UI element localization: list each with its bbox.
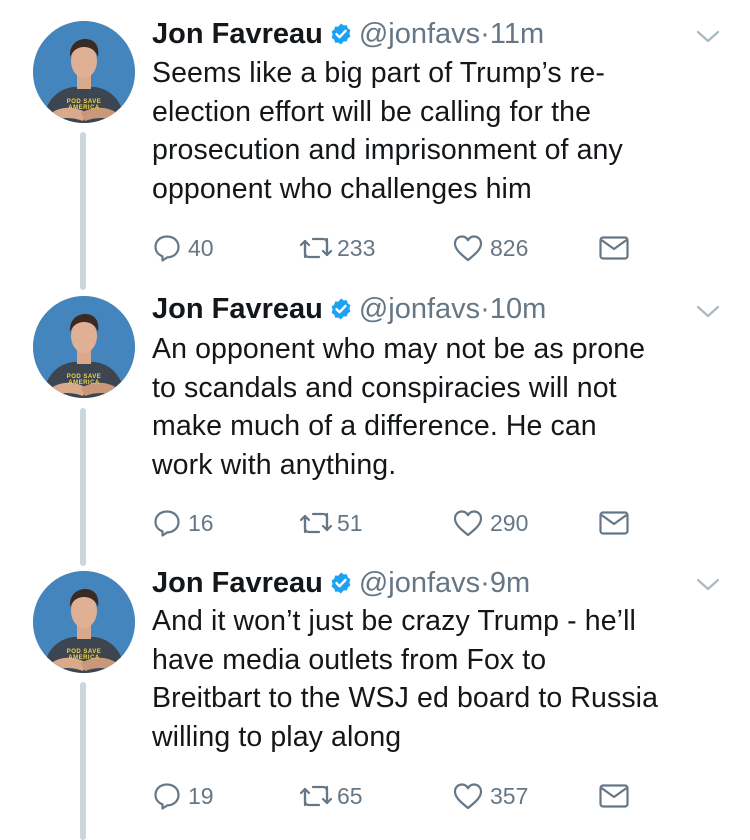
shirt-logo-text: POD SAVE AMERICA <box>66 99 102 111</box>
tweet-timestamp[interactable]: 10m <box>490 293 546 325</box>
like-button[interactable]: 357 <box>452 778 528 814</box>
separator-dot: · <box>480 18 490 50</box>
tweet-text: An opponent who may not be as prone to s… <box>152 330 645 484</box>
tweet-text-line: And it won’t just be crazy Trump - he’ll <box>152 605 636 637</box>
like-count: 290 <box>490 509 529 536</box>
heart-icon <box>452 508 484 538</box>
tweet[interactable]: POD SAVE AMERICA Jon Favreau @jonfavs·9m A… <box>0 560 750 840</box>
shirt-logo-text: POD SAVE AMERICA <box>66 649 102 661</box>
tweet-header: Jon Favreau @jonfavs·10m <box>152 291 546 327</box>
reply-count: 40 <box>188 234 214 261</box>
avatar[interactable]: POD SAVE AMERICA <box>33 296 135 398</box>
tweet-text: And it won’t just be crazy Trump - he’ll… <box>152 602 658 756</box>
tweet-header: Jon Favreau @jonfavs·9m <box>152 565 530 601</box>
retweet-count: 233 <box>337 234 376 261</box>
dm-button[interactable] <box>598 505 630 541</box>
retweet-count: 51 <box>337 509 363 536</box>
envelope-icon <box>598 234 630 262</box>
tweet-text-line: have media outlets from Fox to <box>152 643 547 676</box>
reply-button[interactable]: 16 <box>152 505 214 541</box>
tweet-text-line: Breitbart to the WSJ ed board to Russia <box>152 682 659 714</box>
verified-badge-icon <box>329 297 353 321</box>
tweet-actions: 16 51 290 <box>152 505 652 541</box>
tweet-text-line: willing to play along <box>152 720 402 753</box>
tweet[interactable]: POD SAVE AMERICA Jon Favreau @jonfavs·10m … <box>0 283 750 566</box>
like-button[interactable]: 290 <box>452 505 528 541</box>
author-handle[interactable]: @jonfavs <box>359 293 480 325</box>
retweet-button[interactable]: 51 <box>297 505 363 541</box>
thread-line <box>80 408 86 566</box>
reply-button[interactable]: 19 <box>152 778 214 814</box>
like-count: 826 <box>490 234 529 261</box>
tweet-text-line: make much of a difference. He can <box>152 410 597 442</box>
envelope-icon <box>598 509 630 537</box>
avatar[interactable]: POD SAVE AMERICA <box>33 21 135 123</box>
tweet-timestamp[interactable]: 11m <box>490 18 544 50</box>
retweet-icon <box>297 782 335 810</box>
author-handle[interactable]: @jonfavs <box>359 18 480 50</box>
reply-icon <box>152 233 182 263</box>
dm-button[interactable] <box>598 230 630 266</box>
reply-button[interactable]: 40 <box>152 230 214 266</box>
shirt-logo-text: POD SAVE AMERICA <box>66 374 102 386</box>
verified-badge-icon <box>329 571 353 595</box>
tweet-timestamp[interactable]: 9m <box>490 567 530 599</box>
retweet-button[interactable]: 233 <box>297 230 375 266</box>
separator-dot: · <box>480 567 490 599</box>
dm-button[interactable] <box>598 778 630 814</box>
reply-icon <box>152 781 182 811</box>
retweet-count: 65 <box>337 782 363 809</box>
heart-icon <box>452 233 484 263</box>
author-name[interactable]: Jon Favreau <box>152 567 323 599</box>
like-button[interactable]: 826 <box>452 230 528 266</box>
avatar[interactable]: POD SAVE AMERICA <box>33 571 135 673</box>
tweet-actions: 40 233 826 <box>152 230 652 266</box>
author-name[interactable]: Jon Favreau <box>152 293 323 325</box>
thread-line <box>80 132 86 290</box>
tweet-text-line: election effort will be calling for the <box>152 95 592 128</box>
verified-badge-icon <box>329 22 353 46</box>
thread-line <box>80 682 86 840</box>
tweet-actions: 19 65 357 <box>152 778 652 814</box>
tweet-text-line: prosecution and imprisonment of any <box>152 134 623 166</box>
tweet-header: Jon Favreau @jonfavs·11m <box>152 16 544 52</box>
retweet-button[interactable]: 65 <box>297 778 363 814</box>
heart-icon <box>452 781 484 811</box>
retweet-icon <box>297 509 335 537</box>
author-name[interactable]: Jon Favreau <box>152 18 323 50</box>
tweet-text: Seems like a big part of Trump’s re- ele… <box>152 54 623 208</box>
chevron-down-icon[interactable] <box>695 28 721 46</box>
reply-icon <box>152 508 182 538</box>
tweet-text-line: An opponent who may not be as prone <box>152 333 646 365</box>
chevron-down-icon[interactable] <box>695 576 721 594</box>
retweet-icon <box>297 234 335 262</box>
envelope-icon <box>598 782 630 810</box>
tweet-text-line: Seems like a big part of Trump’s re- <box>152 57 605 89</box>
tweet-text-line: work with anything. <box>152 448 397 481</box>
author-handle[interactable]: @jonfavs <box>359 567 480 599</box>
chevron-down-icon[interactable] <box>695 303 721 321</box>
tweet[interactable]: POD SAVE AMERICA Jon Favreau @jonfavs·11m … <box>0 0 750 290</box>
separator-dot: · <box>480 293 490 325</box>
tweet-text-line: opponent who challenges him <box>152 172 532 205</box>
reply-count: 16 <box>188 509 214 536</box>
like-count: 357 <box>490 782 529 809</box>
reply-count: 19 <box>188 782 214 809</box>
tweet-text-line: to scandals and conspiracies will not <box>152 371 617 404</box>
